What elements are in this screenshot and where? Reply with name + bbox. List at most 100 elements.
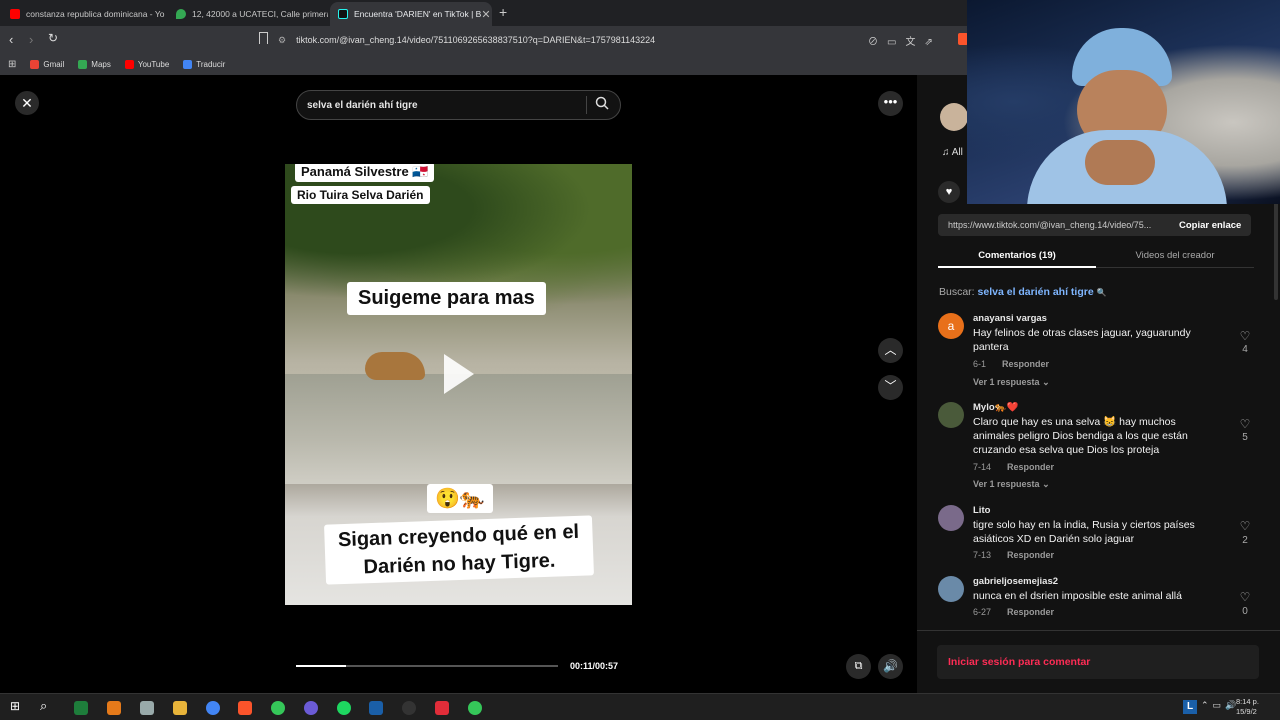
gmail-icon — [30, 59, 40, 69]
close-icon[interactable]: ✕ — [15, 91, 39, 115]
folder-icon[interactable] — [173, 701, 187, 715]
close-tab-icon[interactable]: ✕ — [481, 8, 490, 21]
like-video-icon[interactable]: ♥ — [938, 181, 960, 203]
search-small-icon: 🔍 — [1096, 288, 1107, 297]
tiktok-icon — [338, 9, 348, 19]
like-count: 2 — [1242, 535, 1248, 546]
comment-author[interactable]: Lito — [973, 505, 990, 516]
comment-meta: 6-27 Responder — [973, 607, 1055, 617]
comment-item: a anayansi vargas Hay felinos de otras c… — [938, 313, 1250, 393]
caption-panama: Panamá Silvestre 🇵🇦 — [295, 164, 435, 182]
play-icon[interactable] — [444, 354, 474, 394]
reply-button[interactable]: Responder — [1007, 607, 1054, 617]
youtube-icon — [10, 9, 20, 19]
heart-icon[interactable]: ♡ — [1238, 417, 1252, 431]
translate-icon — [183, 59, 193, 69]
back-icon[interactable]: ‹ — [9, 32, 13, 47]
tab-creator-videos[interactable]: Videos del creador — [1096, 250, 1254, 261]
search-icon[interactable]: ⌕ — [40, 698, 54, 713]
login-to-comment-button[interactable]: Iniciar sesión para comentar — [937, 645, 1259, 679]
url-text: tiktok.com/@ivan_cheng.14/video/75110692… — [296, 35, 656, 45]
toolbar-icons[interactable]: ⊘▭文⇗ — [868, 33, 942, 48]
creator-avatar[interactable] — [940, 103, 968, 131]
caption-emoji: 😲🐅 — [427, 484, 493, 513]
video-progress-track[interactable] — [296, 665, 558, 667]
heart-icon[interactable]: ♡ — [1238, 519, 1252, 533]
comment-author[interactable]: anayansi vargas — [973, 313, 1047, 324]
like-count: 4 — [1242, 344, 1248, 355]
tray-icons[interactable]: ⌃▭🔊 — [1201, 700, 1240, 711]
address-bar[interactable]: ⚙ tiktok.com/@ivan_cheng.14/video/751106… — [278, 30, 968, 50]
floating-player-icon[interactable]: ⧉ — [846, 654, 871, 679]
chrome-icon[interactable] — [206, 701, 220, 715]
app-icon[interactable] — [140, 701, 154, 715]
bookmark-icon[interactable] — [259, 32, 268, 44]
bookmark-maps[interactable]: Maps — [78, 59, 111, 69]
comment-text: tigre solo hay en la india, Rusia y cier… — [973, 519, 1195, 545]
avatar[interactable]: a — [938, 313, 964, 339]
caption-rio: Rio Tuira Selva Darién — [291, 186, 430, 204]
brave-icon[interactable] — [238, 701, 252, 715]
search-input[interactable]: selva el darién ahí tigre — [296, 90, 621, 120]
view-replies[interactable]: Ver 1 respuesta ⌄ — [973, 479, 1050, 490]
reload-icon[interactable]: ↻ — [48, 31, 58, 45]
volume-icon[interactable]: 🔊 — [878, 654, 903, 679]
heart-icon[interactable]: ♡ — [1238, 590, 1252, 604]
view-replies[interactable]: Ver 1 respuesta ⌄ — [973, 377, 1050, 388]
tab-comments[interactable]: Comentarios (19) — [938, 250, 1096, 261]
tiger-figure — [365, 352, 425, 380]
app-icon[interactable] — [271, 701, 285, 715]
comment-item: gabrieljosemejias2 nunca en el dsrien im… — [938, 576, 1250, 621]
search-hint: Buscar: selva el darién ahí tigre 🔍 — [939, 286, 1107, 298]
spotify-icon[interactable] — [337, 701, 351, 715]
chevron-up-icon[interactable]: ︿ — [878, 338, 903, 363]
search-term-link[interactable]: selva el darién ahí tigre — [978, 286, 1094, 298]
chevron-down-icon: ⌄ — [1042, 377, 1050, 387]
reply-button[interactable]: Responder — [1007, 550, 1054, 560]
copy-link-button[interactable]: Copiar enlace — [1179, 220, 1241, 231]
comment-meta: 7-13 Responder — [973, 550, 1055, 560]
more-options-icon[interactable]: ••• — [878, 91, 903, 116]
chevron-down-icon[interactable]: ﹀ — [878, 375, 903, 400]
site-info-icon[interactable]: ⚙ — [278, 35, 286, 46]
app-icon[interactable] — [468, 701, 482, 715]
language-badge[interactable]: L — [1183, 700, 1197, 714]
start-icon[interactable]: ⊞ — [10, 699, 24, 713]
comment-meta: 7-14 Responder — [973, 462, 1055, 472]
search-icon[interactable] — [595, 96, 609, 110]
comment-text: Claro que hay es una selva 😸 hay muchos … — [973, 416, 1188, 456]
bookmark-youtube[interactable]: YouTube — [124, 59, 169, 69]
bookmark-gmail[interactable]: Gmail — [30, 59, 64, 69]
app-icon[interactable] — [304, 701, 318, 715]
chevron-down-icon: ⌄ — [1042, 479, 1050, 489]
tab-maps[interactable]: 12, 42000 a UCATECI, Calle primera, — [168, 2, 328, 26]
search-value: selva el darién ahí tigre — [307, 100, 418, 111]
hands — [1085, 140, 1155, 185]
app-icon[interactable] — [402, 701, 416, 715]
avatar[interactable] — [938, 402, 964, 428]
tab-tiktok[interactable]: Encuentra 'DARIEN' en TikTok | B ✕ — [330, 2, 492, 26]
video-time: 00:11/00:57 — [570, 661, 619, 671]
app-icon[interactable] — [74, 701, 88, 715]
music-row[interactable]: ♫ All — [942, 147, 963, 158]
avatar[interactable] — [938, 576, 964, 602]
comment-author[interactable]: gabrieljosemejias2 — [973, 576, 1058, 587]
comment-author[interactable]: Mylo🐅❤️ — [973, 402, 1018, 413]
app-icon[interactable] — [435, 701, 449, 715]
clock[interactable]: 8:14 p. 15/9/2 — [1236, 697, 1264, 717]
video-player[interactable]: Panamá Silvestre 🇵🇦 Rio Tuira Selva Dari… — [285, 164, 632, 605]
forward-icon[interactable]: › — [29, 32, 33, 47]
apps-grid-icon[interactable]: ⊞ — [8, 59, 16, 70]
reply-button[interactable]: Responder — [1002, 359, 1049, 369]
reply-button[interactable]: Responder — [1007, 462, 1054, 472]
avatar[interactable] — [938, 505, 964, 531]
new-tab-button[interactable]: + — [499, 4, 507, 20]
bookmark-translate[interactable]: Traducir — [183, 59, 225, 69]
heart-icon[interactable]: ♡ — [1238, 329, 1252, 343]
youtube-icon — [124, 59, 134, 69]
taskbar: ⊞ ⌕ L ⌃▭🔊 8:14 p. 15/9/2 — [0, 693, 1280, 720]
tab-youtube[interactable]: constanza republica dominicana - Yo — [2, 2, 166, 26]
app-icon[interactable] — [107, 701, 121, 715]
webcam-overlay — [967, 0, 1280, 204]
steam-icon[interactable] — [369, 701, 383, 715]
